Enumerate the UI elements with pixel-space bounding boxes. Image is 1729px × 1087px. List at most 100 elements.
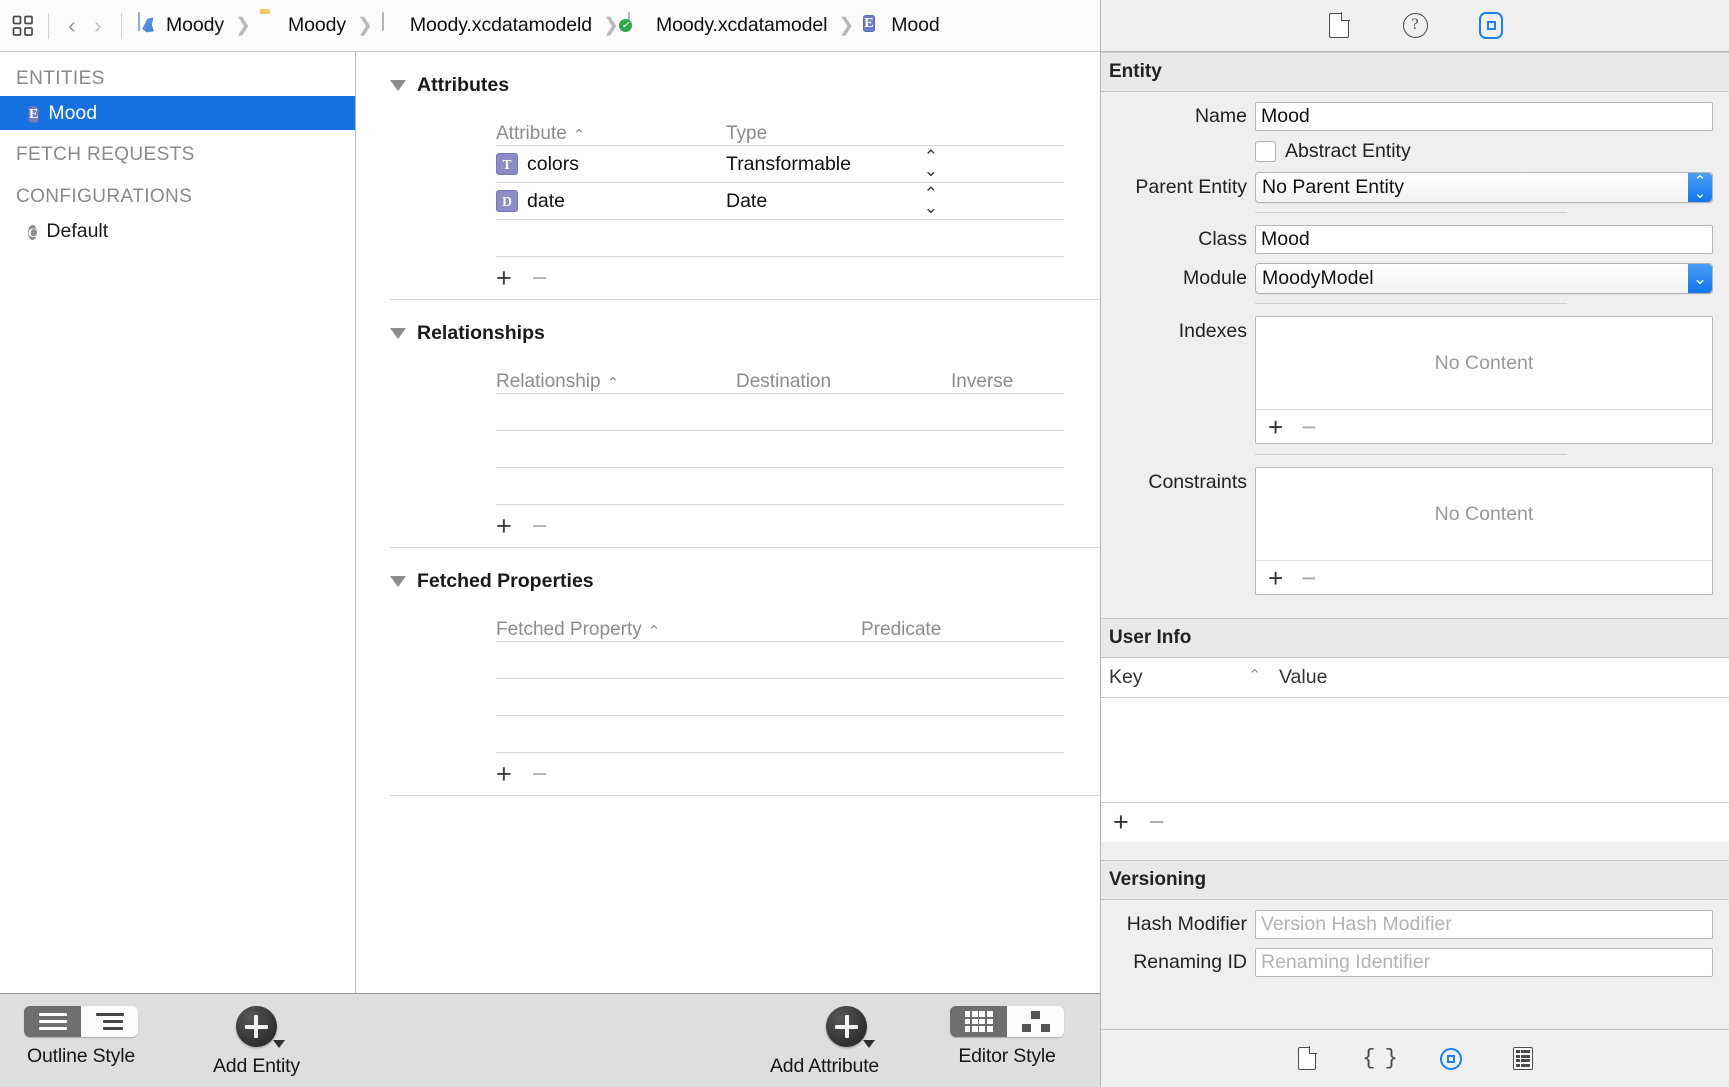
indexes-label: Indexes — [1178, 320, 1247, 342]
add-attribute-button[interactable] — [826, 1006, 876, 1048]
table-row[interactable]: T colors Transformable ⌃ ⌄ — [496, 146, 1064, 182]
indexes-listbox[interactable]: No Content + − — [1255, 316, 1713, 444]
editor-style-segmented[interactable] — [950, 1006, 1064, 1037]
breadcrumb-item-datamodeld[interactable]: Moody.xcdatamodeld — [368, 11, 594, 41]
fetched-properties-section-header[interactable]: Fetched Properties — [390, 548, 1100, 603]
breadcrumb-item-entity[interactable]: E Mood — [861, 11, 941, 41]
back-button[interactable]: ‹ — [59, 11, 85, 41]
abstract-entity-checkbox[interactable] — [1255, 141, 1276, 162]
outline-group-header-entities: ENTITIES — [16, 68, 105, 89]
table-row-empty[interactable] — [496, 468, 1064, 504]
module-combobox[interactable]: MoodyModel ⌄ — [1255, 263, 1713, 294]
add-user-info-button[interactable]: + — [1113, 809, 1129, 836]
table-row[interactable]: D date Date ⌃ ⌄ — [496, 183, 1064, 219]
renaming-id-label: Renaming ID — [1133, 951, 1247, 973]
inspector-panel: ? Entity Name Mood Abstract Entity Paren… — [1100, 0, 1729, 1087]
column-header-value[interactable]: Value — [1279, 666, 1327, 689]
table-row-empty[interactable] — [496, 679, 1064, 715]
breadcrumb-item-datamodel[interactable]: ✓ Moody.xcdatamodel — [618, 11, 829, 41]
outline-item-default[interactable]: C Default — [0, 214, 355, 248]
column-header-destination[interactable]: Destination — [736, 371, 951, 393]
remove-attribute-button[interactable]: − — [532, 264, 548, 292]
column-header-inverse[interactable]: Inverse — [951, 371, 1064, 393]
table-row-empty[interactable] — [496, 220, 1064, 256]
abstract-entity-row[interactable]: Abstract Entity — [1101, 140, 1729, 163]
add-attribute-button[interactable]: + — [496, 264, 512, 292]
editor-style-table-button[interactable] — [950, 1006, 1007, 1037]
attributes-section-header[interactable]: Attributes — [390, 52, 1100, 107]
section-title: Fetched Properties — [417, 570, 594, 592]
column-header-attribute[interactable]: Attribute ⌃ — [496, 123, 726, 145]
chevron-down-icon[interactable] — [863, 1040, 876, 1048]
disclosure-triangle-icon[interactable] — [390, 80, 406, 91]
outline-item-mood[interactable]: E Mood — [0, 96, 355, 130]
table-row-empty[interactable] — [496, 431, 1064, 467]
attribute-type-cell[interactable]: Date ⌃ ⌄ — [726, 184, 1064, 216]
editor-bottom-toolbar: Outline Style Add Entity Add Attribute E… — [0, 993, 1100, 1087]
table-row-empty[interactable] — [496, 394, 1064, 430]
breadcrumb-item-project[interactable]: Moody — [136, 11, 226, 41]
column-header-relationship[interactable]: Relationship ⌃ — [496, 371, 736, 393]
hash-modifier-field[interactable]: Version Hash Modifier — [1255, 910, 1713, 939]
add-index-button[interactable]: + — [1268, 414, 1283, 440]
add-constraint-button[interactable]: + — [1268, 565, 1283, 591]
outline-style-flat-button[interactable] — [24, 1006, 81, 1037]
renaming-id-field[interactable]: Renaming Identifier — [1255, 948, 1713, 977]
disclosure-triangle-icon[interactable] — [390, 576, 406, 587]
entity-name-field[interactable]: Mood — [1255, 102, 1713, 131]
remove-constraint-button[interactable]: − — [1301, 565, 1316, 591]
column-header-predicate[interactable]: Predicate — [861, 619, 1064, 641]
editor-style-graph-button[interactable] — [1007, 1006, 1064, 1037]
remove-relationship-button[interactable]: − — [532, 512, 548, 540]
constraints-listbox[interactable]: No Content + − — [1255, 467, 1713, 595]
remove-user-info-button[interactable]: − — [1149, 809, 1165, 836]
file-template-library-tab[interactable] — [1291, 1043, 1323, 1075]
attribute-type-cell[interactable]: Transformable ⌃ ⌄ — [726, 147, 1064, 179]
breadcrumb-item-folder[interactable]: Moody — [258, 11, 348, 41]
attributes-add-remove: + − — [496, 257, 1100, 299]
add-fetched-property-button[interactable]: + — [496, 760, 512, 788]
relationships-table-header: Relationship ⌃ Destination Inverse — [496, 355, 1064, 393]
data-model-inspector-tab[interactable] — [1474, 9, 1508, 43]
disclosure-triangle-icon[interactable] — [390, 328, 406, 339]
media-library-tab[interactable] — [1507, 1043, 1539, 1075]
add-entity-button[interactable] — [235, 1006, 285, 1048]
user-info-table-body[interactable] — [1101, 698, 1729, 802]
file-inspector-tab[interactable] — [1322, 9, 1356, 43]
parent-entity-select[interactable]: No Parent Entity ⌃ ⌄ — [1255, 172, 1713, 203]
add-relationship-button[interactable]: + — [496, 512, 512, 540]
attribute-type-value: Date — [726, 189, 768, 212]
entity-name-row: Name Mood — [1101, 102, 1729, 131]
attribute-name-cell[interactable]: D date — [496, 190, 726, 213]
related-items-icon[interactable] — [8, 11, 38, 41]
forward-button[interactable]: › — [85, 11, 111, 41]
versioning-section-body: Hash Modifier Version Hash Modifier Rena… — [1101, 900, 1729, 993]
relationships-table: Relationship ⌃ Destination Inverse — [496, 355, 1064, 505]
outline-style-indented-button[interactable] — [81, 1006, 138, 1037]
add-attribute-label: Add Attribute — [770, 1055, 880, 1077]
remove-index-button[interactable]: − — [1301, 414, 1316, 440]
attribute-name-cell[interactable]: T colors — [496, 153, 726, 176]
quick-help-tab[interactable]: ? — [1398, 9, 1432, 43]
table-row-empty[interactable] — [496, 716, 1064, 752]
object-library-tab[interactable] — [1435, 1043, 1467, 1075]
class-field[interactable]: Mood — [1255, 225, 1713, 254]
quick-help-icon: ? — [1402, 13, 1428, 38]
type-stepper[interactable]: ⌃ ⌄ — [924, 147, 938, 179]
remove-fetched-property-button[interactable]: − — [532, 760, 548, 788]
fetched-properties-section: Fetched Properties Fetched Property ⌃ Pr… — [390, 548, 1100, 796]
table-row-empty[interactable] — [496, 642, 1064, 678]
relationships-section: Relationships Relationship ⌃ Destination — [390, 300, 1100, 547]
code-snippet-library-tab[interactable]: { } — [1362, 1043, 1398, 1075]
column-header-key[interactable]: Key ⌃ — [1109, 666, 1279, 689]
column-header-type[interactable]: Type — [726, 123, 1064, 145]
chevron-down-icon[interactable]: ⌄ — [1688, 264, 1712, 293]
editor-style-control: Editor Style — [950, 1006, 1064, 1068]
relationships-section-header[interactable]: Relationships — [390, 300, 1100, 355]
chevron-down-icon[interactable] — [272, 1040, 285, 1048]
column-header-fetched-property[interactable]: Fetched Property ⌃ — [496, 619, 861, 641]
stepper-icon[interactable]: ⌃ ⌄ — [1688, 173, 1712, 202]
type-stepper[interactable]: ⌃ ⌄ — [924, 184, 938, 216]
sort-ascending-icon: ⌃ — [1248, 667, 1261, 684]
outline-style-segmented[interactable] — [24, 1006, 138, 1037]
